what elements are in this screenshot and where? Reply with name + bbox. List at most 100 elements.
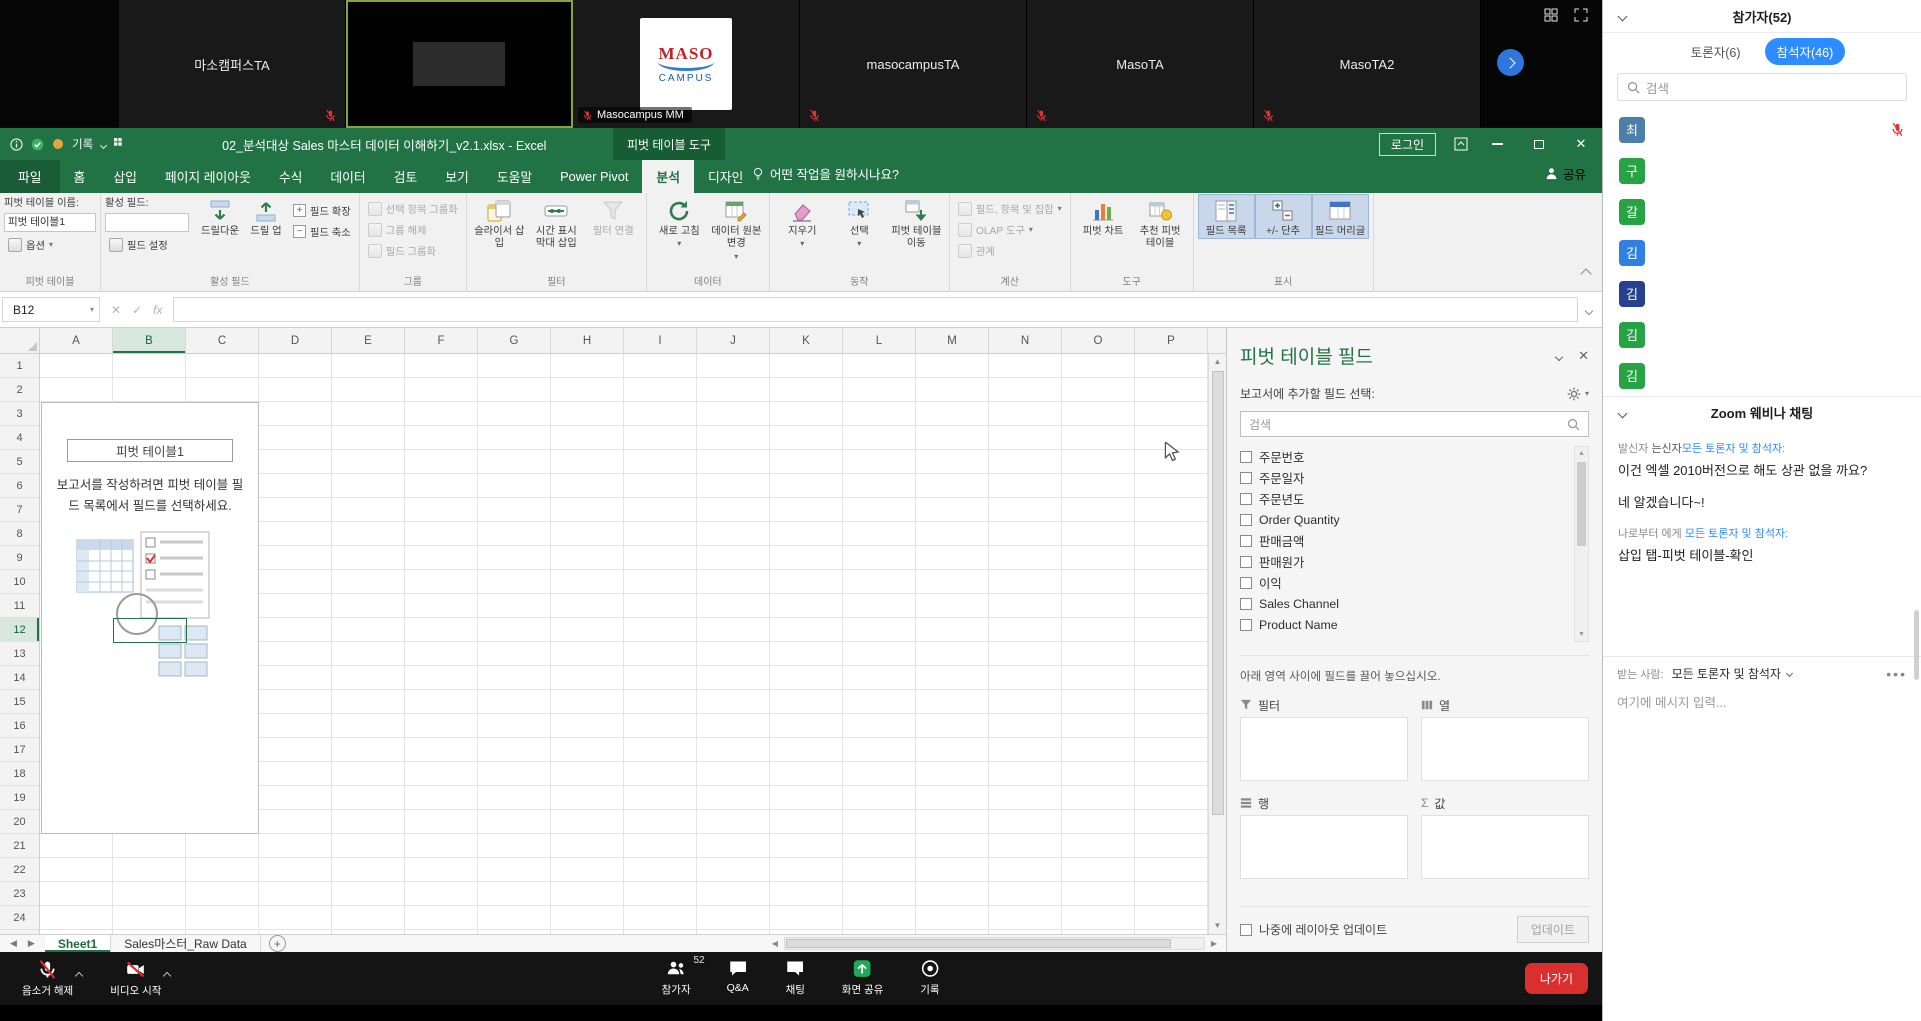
participant-row[interactable]: 김: [1603, 273, 1921, 314]
select-button[interactable]: 선택▾: [831, 194, 888, 250]
chat-input[interactable]: 여기에 메시지 입력...: [1617, 692, 1907, 711]
maximize-button[interactable]: [1518, 128, 1560, 160]
info-icon[interactable]: [10, 138, 23, 151]
ribbon-tab[interactable]: 디자인: [694, 160, 757, 193]
column-header[interactable]: G: [478, 328, 551, 354]
ribbon-tab[interactable]: 도움말: [483, 160, 546, 193]
qna-button[interactable]: Q&A: [727, 958, 749, 997]
participant-row[interactable]: 갈: [1603, 191, 1921, 232]
share-screen-button[interactable]: 화면 공유: [842, 958, 884, 997]
ribbon-tab[interactable]: 보기: [431, 160, 483, 193]
start-video-button[interactable]: 비디오 시작: [110, 959, 161, 998]
tools-menu-button[interactable]: ▾: [1567, 387, 1589, 401]
collapse-chat-icon[interactable]: [1619, 404, 1626, 422]
sidebar-scrollbar-thumb[interactable]: [1914, 610, 1919, 680]
scroll-left-icon[interactable]: ◀: [766, 939, 784, 948]
recommended-pivottables-button[interactable]: 추천 피벗 테이블: [1132, 194, 1189, 252]
collapse-ribbon-icon[interactable]: [1582, 265, 1590, 283]
field-checkbox-item[interactable]: Product Name: [1240, 614, 1571, 635]
drill-up-button[interactable]: 드릴 업: [243, 194, 289, 239]
next-videos-button[interactable]: [1497, 49, 1524, 76]
recipient-dropdown[interactable]: 모든 토론자 및 참석자: [1672, 665, 1792, 682]
field-checkbox-item[interactable]: 주문년도: [1240, 488, 1571, 509]
row-header[interactable]: 2: [0, 378, 39, 402]
column-header[interactable]: H: [551, 328, 624, 354]
chevron-down-icon[interactable]: [101, 135, 106, 153]
pivot-name-input[interactable]: 피벗 테이블1: [4, 213, 96, 232]
row-header[interactable]: 10: [0, 570, 39, 594]
tell-me-search[interactable]: 어떤 작업을 원하시나요?: [752, 164, 899, 183]
enter-icon[interactable]: ✓: [132, 303, 142, 317]
prev-sheet-icon[interactable]: ◀: [10, 938, 17, 949]
video-tile[interactable]: MasoTA: [1027, 0, 1254, 128]
leave-button[interactable]: 나가기: [1525, 963, 1588, 994]
column-header[interactable]: F: [405, 328, 478, 354]
field-checkbox-item[interactable]: 주문일자: [1240, 467, 1571, 488]
pivotchart-button[interactable]: 피벗 차트: [1075, 194, 1132, 239]
plus-minus-buttons-toggle[interactable]: +/- 단추: [1255, 194, 1312, 239]
participant-search-input[interactable]: 검색: [1617, 73, 1907, 101]
check-shield-icon[interactable]: [31, 138, 44, 151]
filter-drop-well[interactable]: [1240, 717, 1408, 781]
row-header[interactable]: 15: [0, 690, 39, 714]
sheet-tab-sheet1[interactable]: Sheet1: [45, 935, 111, 952]
move-pivottable-button[interactable]: 피벗 테이블 이동: [888, 194, 945, 252]
checkbox[interactable]: [1240, 535, 1252, 547]
participant-row[interactable]: 김: [1603, 232, 1921, 273]
scrollbar-thumb[interactable]: [1577, 462, 1586, 546]
column-header[interactable]: D: [259, 328, 332, 354]
checkbox[interactable]: [1240, 451, 1252, 463]
row-header[interactable]: 6: [0, 474, 39, 498]
row-header[interactable]: 16: [0, 714, 39, 738]
scrollbar-thumb[interactable]: [1212, 371, 1224, 815]
row-header[interactable]: 20: [0, 810, 39, 834]
cancel-icon[interactable]: ✕: [111, 303, 121, 317]
collapse-field-button[interactable]: −필드 축소: [289, 221, 355, 242]
ribbon-tab[interactable]: 수식: [265, 160, 317, 193]
ribbon-tab[interactable]: Power Pivot: [546, 160, 642, 193]
drill-down-button[interactable]: 드릴다운: [197, 194, 243, 239]
new-sheet-button[interactable]: +: [269, 935, 286, 952]
checkbox[interactable]: [1240, 577, 1252, 589]
grid-icon[interactable]: [114, 138, 126, 150]
options-button[interactable]: 옵션▾: [4, 234, 96, 255]
scroll-down-icon[interactable]: ▼: [1214, 918, 1222, 934]
pivottable-tools-context-tab[interactable]: 피벗 테이블 도구: [613, 128, 725, 160]
refresh-button[interactable]: 새로 고침▾: [651, 194, 708, 250]
horizontal-scrollbar[interactable]: ◀ ▶: [766, 935, 1226, 952]
video-tile[interactable]: MasoTA2: [1254, 0, 1481, 128]
login-button[interactable]: 로그인: [1379, 133, 1436, 156]
columns-drop-well[interactable]: [1421, 717, 1589, 781]
row-header[interactable]: 14: [0, 666, 39, 690]
share-button[interactable]: 공유: [1529, 164, 1602, 183]
field-list-toggle[interactable]: 필드 목록: [1198, 194, 1255, 239]
checkbox[interactable]: [1240, 556, 1252, 568]
checkbox[interactable]: [1240, 472, 1252, 484]
field-checkbox-item[interactable]: Sales Channel: [1240, 593, 1571, 614]
select-all-corner[interactable]: [0, 328, 40, 354]
gallery-view-icon[interactable]: [1544, 8, 1558, 22]
checkbox[interactable]: [1240, 598, 1252, 610]
chat-button[interactable]: 채팅: [785, 958, 806, 997]
field-search-input[interactable]: 검색: [1240, 411, 1589, 437]
fields-items-sets-button[interactable]: 필드, 항목 및 집합▾: [954, 198, 1066, 219]
formula-input[interactable]: [173, 297, 1578, 322]
checkbox[interactable]: [1240, 619, 1252, 631]
row-header[interactable]: 22: [0, 858, 39, 882]
name-box[interactable]: B12▾: [2, 297, 100, 322]
column-header[interactable]: L: [843, 328, 916, 354]
record-button[interactable]: 기록: [919, 958, 940, 997]
insert-slicer-button[interactable]: 슬라이서 삽입: [471, 194, 528, 252]
column-header[interactable]: M: [916, 328, 989, 354]
clear-button[interactable]: 지우기▾: [774, 194, 831, 250]
row-header[interactable]: 1: [0, 354, 39, 378]
expand-field-button[interactable]: +필드 확장: [289, 200, 355, 221]
field-checkbox-item[interactable]: 이익: [1240, 572, 1571, 593]
ungroup-button[interactable]: 그룹 해제: [364, 219, 462, 240]
pane-options-icon[interactable]: [1556, 348, 1562, 363]
fullscreen-icon[interactable]: [1574, 8, 1588, 22]
relationships-button[interactable]: 관계: [954, 240, 1066, 261]
ribbon-tab[interactable]: 파일: [0, 160, 60, 193]
vertical-scrollbar[interactable]: ▲ ▼: [1208, 354, 1226, 934]
column-header[interactable]: J: [697, 328, 770, 354]
